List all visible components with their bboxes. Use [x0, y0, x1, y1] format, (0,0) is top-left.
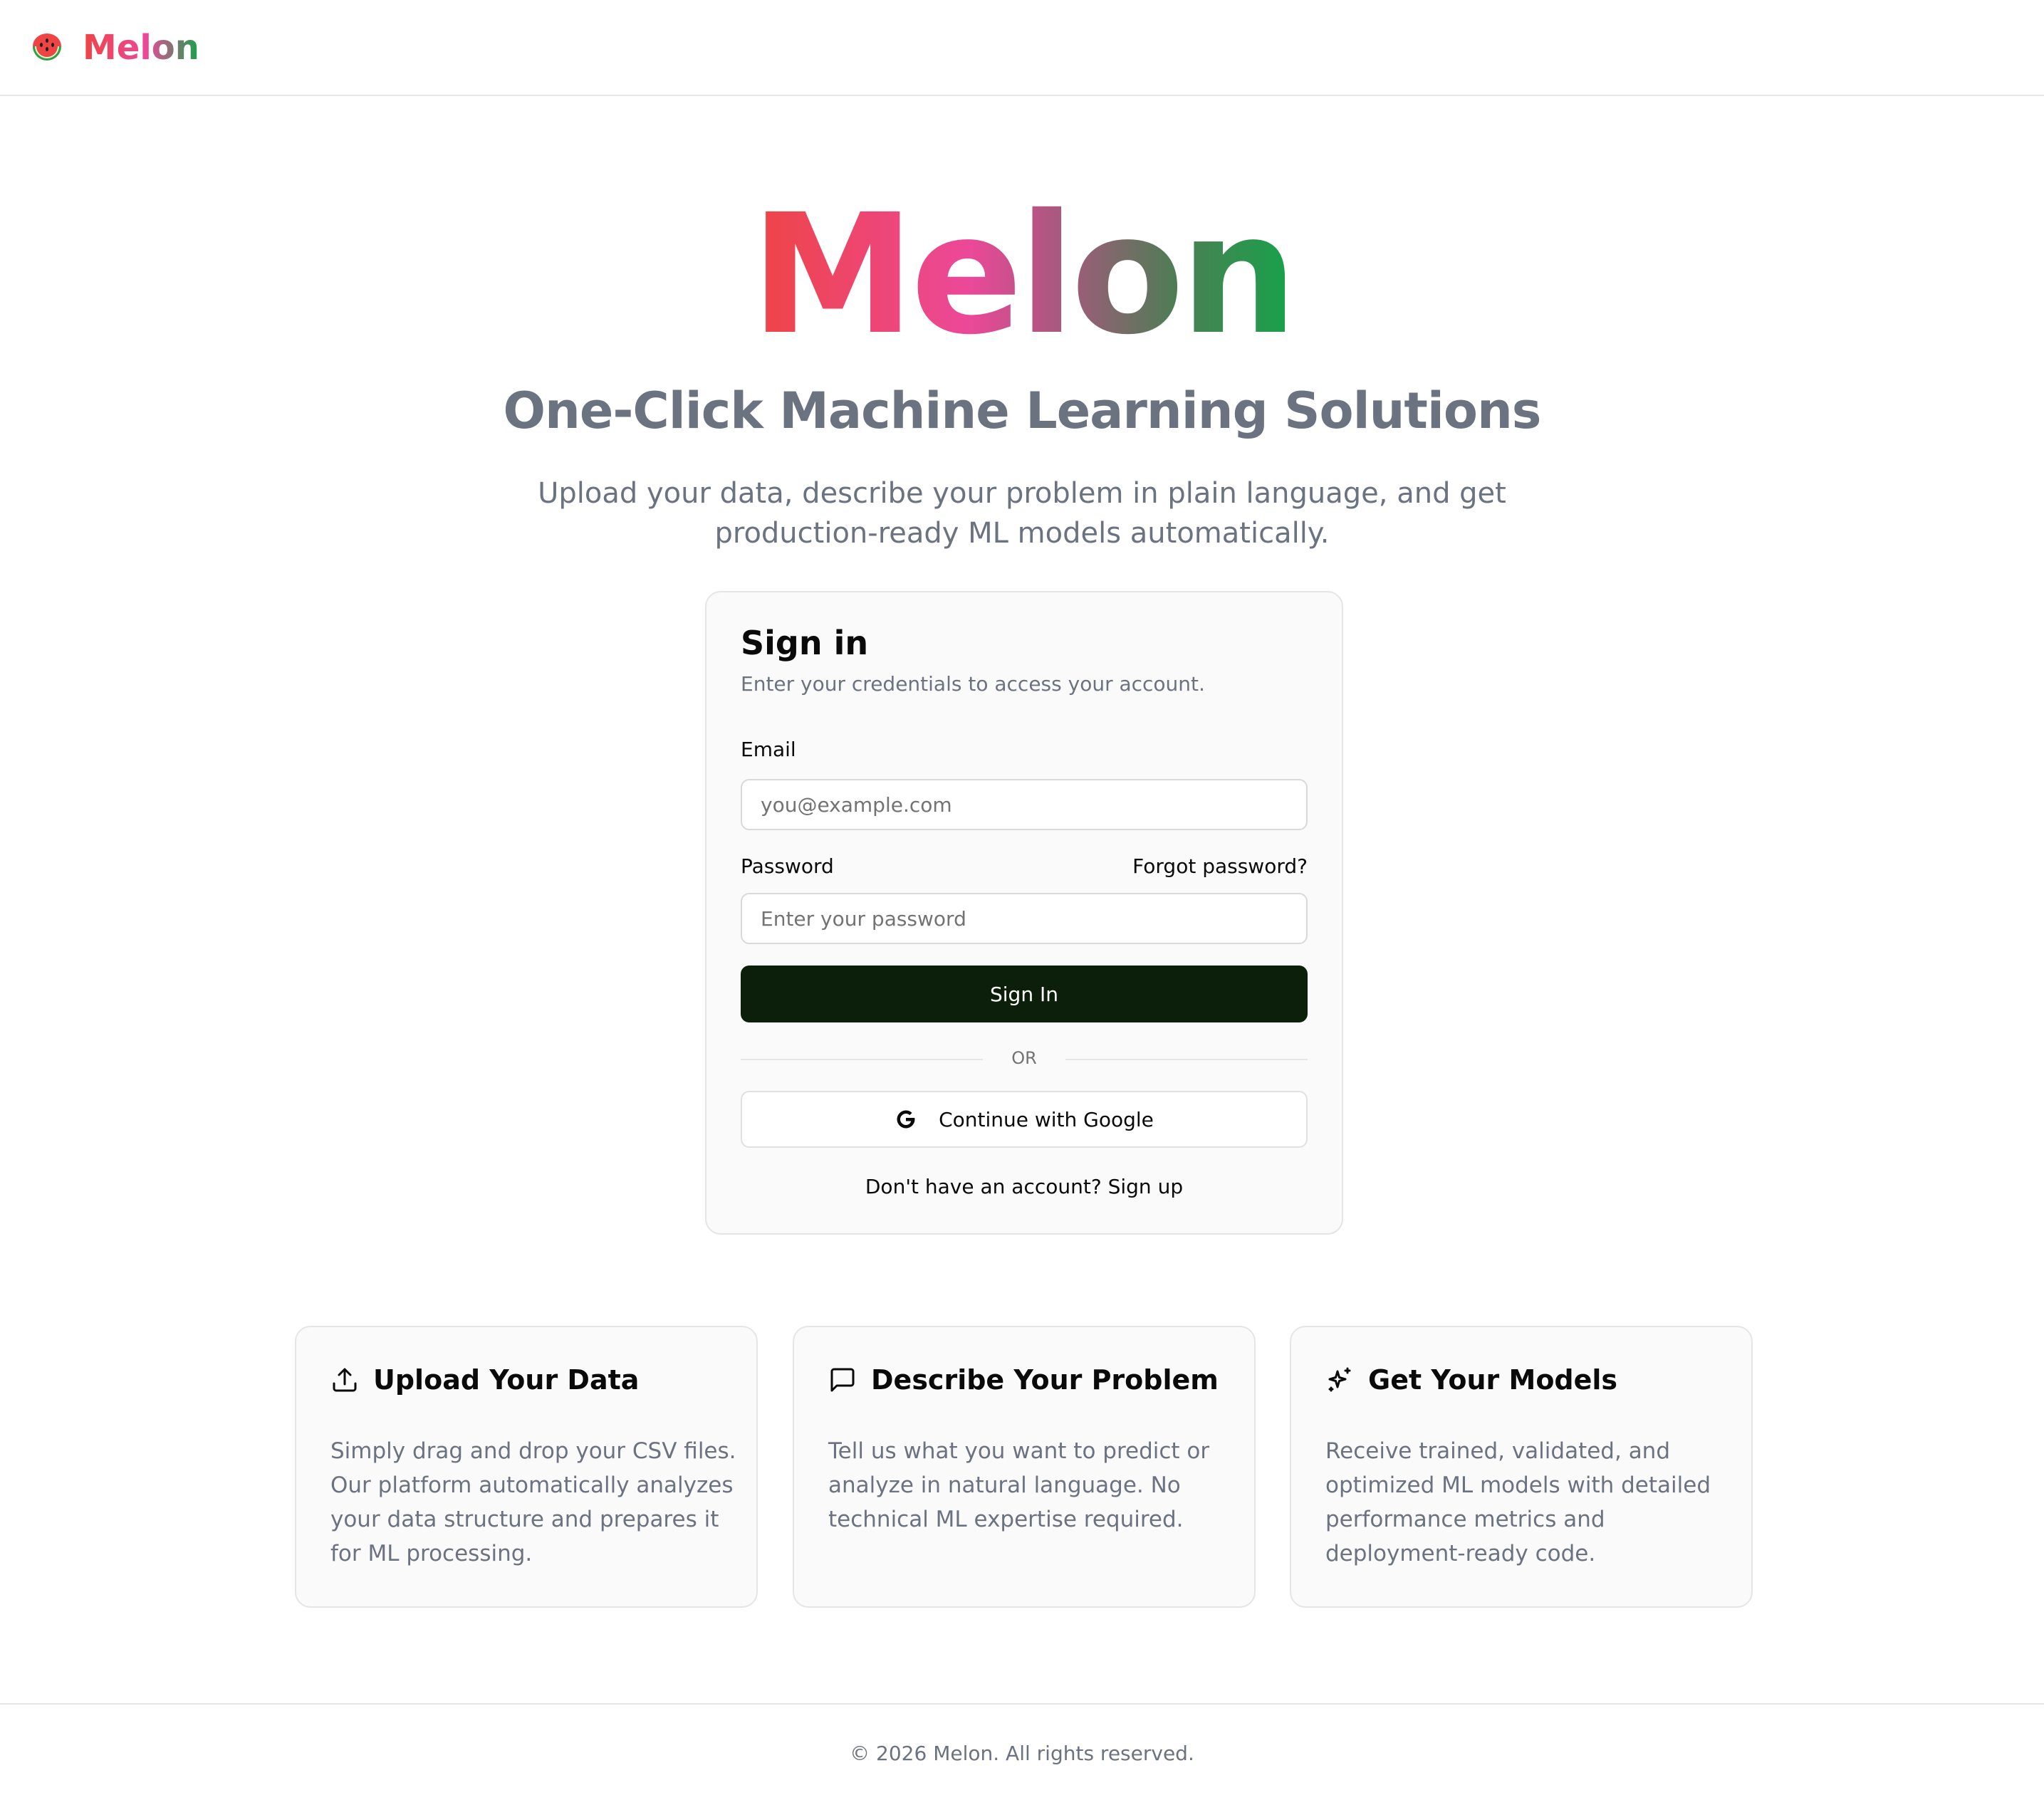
- feature-header: Upload Your Data: [330, 1364, 639, 1396]
- google-signin-label: Continue with Google: [939, 1107, 1154, 1131]
- feature-title: Describe Your Problem: [871, 1364, 1219, 1396]
- message-square-icon: [830, 1368, 855, 1392]
- feature-card-upload: Upload Your Data Simply drag and drop yo…: [295, 1326, 758, 1608]
- feature-text: Simply drag and drop your CSV files. Our…: [330, 1438, 736, 1566]
- divider-line-right: [1065, 1059, 1308, 1060]
- feature-header: Get Your Models: [1325, 1364, 1617, 1396]
- signin-title: Sign in: [741, 624, 869, 662]
- sparkles-icon: [1328, 1367, 1351, 1392]
- feature-text: Tell us what you want to predict or anal…: [828, 1438, 1210, 1532]
- google-icon: [897, 1110, 915, 1129]
- upload-icon: [333, 1368, 357, 1392]
- email-label: Email: [741, 738, 796, 761]
- copyright-text: © 2026 Melon. All rights reserved.: [850, 1742, 1194, 1765]
- password-field[interactable]: [741, 893, 1308, 944]
- hero-subtitle: One-Click Machine Learning Solutions: [503, 382, 1542, 440]
- brand-logo[interactable]: Melon: [30, 28, 199, 68]
- feature-title: Get Your Models: [1368, 1364, 1618, 1396]
- hero-title: Melon: [0, 192, 2044, 357]
- google-signin-button[interactable]: Continue with Google: [741, 1091, 1308, 1148]
- feature-card-describe: Describe Your Problem Tell us what you w…: [793, 1326, 1256, 1608]
- divider-label: OR: [1011, 1048, 1037, 1068]
- feature-title: Upload Your Data: [373, 1364, 640, 1396]
- sign-up-link[interactable]: Don't have an account? Sign up: [706, 1175, 1342, 1198]
- feature-header: Describe Your Problem: [828, 1364, 1219, 1396]
- or-divider: OR: [741, 1048, 1308, 1069]
- password-label: Password: [741, 854, 834, 878]
- feature-text: Receive trained, validated, and optimize…: [1325, 1438, 1711, 1566]
- email-field[interactable]: [741, 779, 1308, 830]
- hero-description: Upload your data, describe your problem …: [538, 477, 1506, 550]
- signin-card: Sign in Enter your credentials to access…: [705, 591, 1343, 1235]
- footer: © 2026 Melon. All rights reserved.: [0, 1703, 2044, 1800]
- sign-in-button[interactable]: Sign In: [741, 966, 1308, 1022]
- top-bar: Melon: [0, 0, 2044, 96]
- watermelon-icon: [33, 33, 61, 61]
- feature-card-models: Get Your Models Receive trained, validat…: [1290, 1326, 1753, 1608]
- signin-description: Enter your credentials to access your ac…: [741, 672, 1205, 696]
- brand-name: Melon: [83, 27, 199, 68]
- forgot-password-link[interactable]: Forgot password?: [1132, 854, 1308, 878]
- hero-title-text: Melon: [750, 179, 1298, 371]
